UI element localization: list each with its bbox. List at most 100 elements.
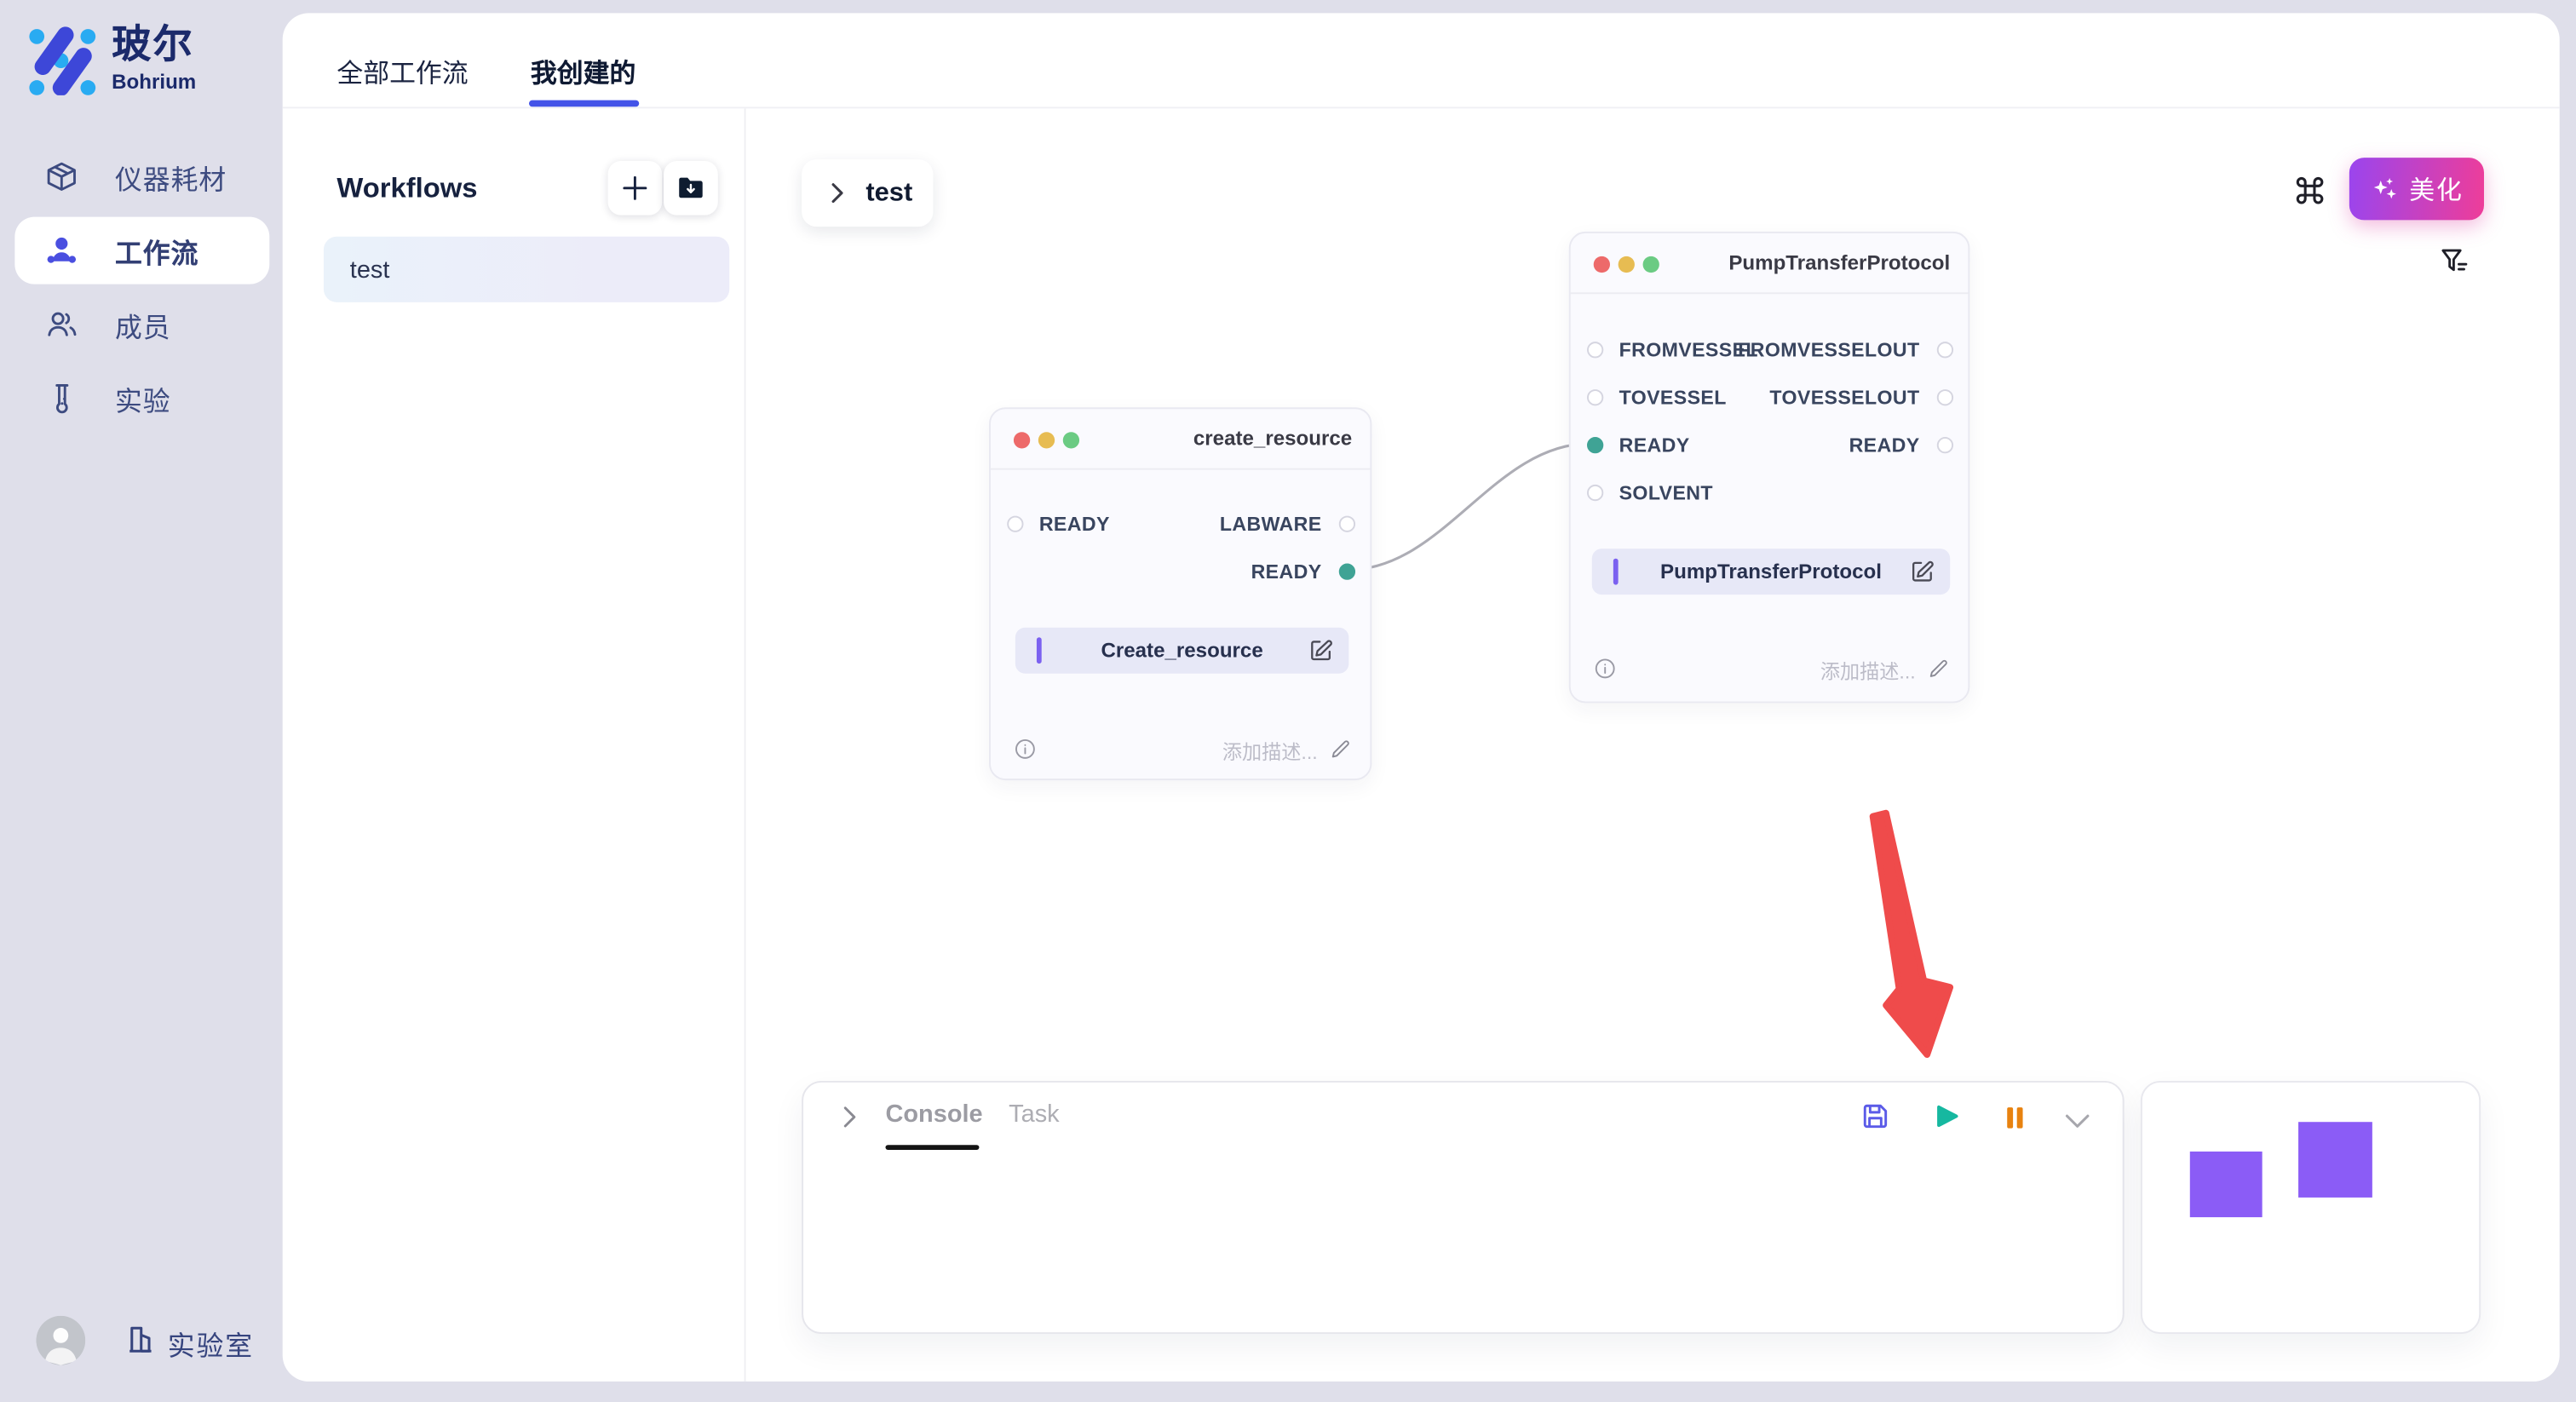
beautify-label: 美化 xyxy=(2409,171,2464,207)
port-in-solvent[interactable]: SOLVENT xyxy=(1586,476,1713,509)
pencil-icon[interactable] xyxy=(1329,738,1352,761)
node-action-button[interactable]: PumpTransferProtocol xyxy=(1592,549,1950,595)
port-circle[interactable] xyxy=(1586,342,1602,358)
pause-button[interactable] xyxy=(1999,1102,2031,1134)
traffic-dot-green[interactable] xyxy=(1063,431,1079,447)
sidebar-item-experiments[interactable]: 实验 xyxy=(0,365,283,432)
port-row: FROMVESSEL FROMVESSELOUT xyxy=(1571,333,1969,366)
filter-button[interactable] xyxy=(2438,244,2473,279)
port-in-ready[interactable]: READY xyxy=(1006,508,1110,541)
port-in-tovessel[interactable]: TOVESSEL xyxy=(1586,381,1727,414)
port-circle[interactable] xyxy=(1936,342,1952,358)
workflow-list-item-test[interactable]: test xyxy=(324,237,729,302)
sidebar-item-label: 实验 xyxy=(115,379,171,418)
traffic-dot-green[interactable] xyxy=(1643,256,1659,272)
add-workflow-button[interactable] xyxy=(608,161,663,215)
edit-icon[interactable] xyxy=(1909,559,1935,585)
port-out-tovesselout[interactable]: TOVESSELOUT xyxy=(1769,381,1952,414)
package-icon xyxy=(44,159,78,194)
lab-label[interactable]: 实验室 xyxy=(168,1323,254,1362)
port-label: READY xyxy=(1039,513,1110,536)
node-action-button[interactable]: Create_resource xyxy=(1015,628,1349,674)
traffic-dot-yellow[interactable] xyxy=(1038,431,1055,447)
port-circle[interactable] xyxy=(1586,485,1602,501)
port-out-ready[interactable]: READY xyxy=(1251,555,1355,589)
port-row: SOLVENT xyxy=(1571,476,1969,509)
port-row: TOVESSEL TOVESSELOUT xyxy=(1571,381,1969,414)
port-in-ready[interactable]: READY xyxy=(1586,428,1690,462)
console-collapse-button[interactable] xyxy=(2061,1106,2093,1137)
workflow-icon xyxy=(44,233,78,267)
port-out-labware[interactable]: LABWARE xyxy=(1220,508,1354,541)
console-collapse-left-icon[interactable] xyxy=(837,1104,863,1130)
port-circle-connected[interactable] xyxy=(1586,437,1602,453)
sidebar: 玻尔 Bohrium 仪器耗材 xyxy=(0,0,283,1402)
pause-icon xyxy=(1999,1102,2031,1134)
pencil-icon[interactable] xyxy=(1927,657,1950,680)
sidebar-nav: 仪器耗材 工作流 xyxy=(0,143,283,439)
plus-icon xyxy=(621,174,649,202)
play-icon xyxy=(1930,1100,1962,1132)
port-out-ready[interactable]: READY xyxy=(1849,428,1953,462)
node-header[interactable]: PumpTransferProtocol xyxy=(1571,233,1969,294)
breadcrumb[interactable]: test xyxy=(802,159,933,227)
run-button[interactable] xyxy=(1930,1100,1962,1132)
port-circle[interactable] xyxy=(1586,389,1602,405)
sparkles-icon xyxy=(2370,173,2401,204)
testtube-icon xyxy=(44,381,78,416)
action-accent-bar xyxy=(1037,637,1042,664)
traffic-dots xyxy=(1594,256,1659,272)
save-button[interactable] xyxy=(1860,1100,1891,1132)
sidebar-item-members[interactable]: 成员 xyxy=(0,290,283,358)
port-label: READY xyxy=(1251,560,1322,583)
traffic-dot-yellow[interactable] xyxy=(1619,256,1635,272)
port-row: READY LABWARE xyxy=(991,508,1370,541)
port-in-fromvessel[interactable]: FROMVESSEL xyxy=(1586,333,1758,366)
sidebar-item-label: 成员 xyxy=(115,305,171,344)
minimap[interactable] xyxy=(2141,1081,2481,1334)
port-circle[interactable] xyxy=(1936,437,1952,453)
action-label: PumpTransferProtocol xyxy=(1660,560,1882,583)
lab-building-icon xyxy=(124,1322,158,1357)
workflow-list-panel: Workflows test xyxy=(283,108,745,1382)
folder-download-icon xyxy=(676,172,707,204)
node-header[interactable]: create_resource xyxy=(991,409,1370,469)
port-label: SOLVENT xyxy=(1619,481,1713,504)
edit-icon[interactable] xyxy=(1308,637,1334,664)
port-row: READY xyxy=(991,555,1370,589)
active-tab-underline xyxy=(529,101,639,106)
action-accent-bar xyxy=(1613,559,1619,585)
port-circle[interactable] xyxy=(1006,516,1022,532)
chevron-right-icon[interactable] xyxy=(825,181,849,205)
import-workflow-button[interactable] xyxy=(664,161,718,215)
node-create-resource[interactable]: create_resource READY LABWARE READY xyxy=(989,407,1371,780)
tab-all-workflows[interactable]: 全部工作流 xyxy=(336,51,468,90)
brand-logo[interactable]: 玻尔 Bohrium xyxy=(26,23,196,95)
layout-command-button[interactable] xyxy=(2290,171,2329,210)
traffic-dot-red[interactable] xyxy=(1014,431,1030,447)
node-title: PumpTransferProtocol xyxy=(1728,251,1950,274)
task-tab[interactable]: Task xyxy=(1009,1100,1059,1129)
tab-created-by-me[interactable]: 我创建的 xyxy=(531,51,635,90)
brand-name-cn: 玻尔 xyxy=(112,26,196,65)
console-panel: Console Task xyxy=(802,1081,2124,1334)
node-pump-transfer-protocol[interactable]: PumpTransferProtocol FROMVESSEL FROMVESS… xyxy=(1569,232,1970,703)
main-panel: 全部工作流 我创建的 Workflows test xyxy=(283,13,2560,1381)
add-description-placeholder[interactable]: 添加描述... xyxy=(1820,657,1916,685)
port-out-fromvesselout[interactable]: FROMVESSELOUT xyxy=(1738,333,1952,366)
sidebar-item-instruments[interactable]: 仪器耗材 xyxy=(0,143,283,210)
port-circle[interactable] xyxy=(1338,516,1354,532)
filter-icon xyxy=(2438,244,2473,279)
info-icon[interactable] xyxy=(1594,657,1617,680)
port-circle-connected[interactable] xyxy=(1338,563,1354,579)
traffic-dot-red[interactable] xyxy=(1594,256,1610,272)
add-description-placeholder[interactable]: 添加描述... xyxy=(1222,738,1318,766)
workflow-canvas[interactable]: test 美化 xyxy=(746,108,2560,1382)
console-tab[interactable]: Console xyxy=(885,1100,982,1129)
sidebar-item-workflow[interactable]: 工作流 xyxy=(14,217,269,284)
info-icon[interactable] xyxy=(1014,738,1037,761)
bohrium-logo-icon xyxy=(26,23,99,95)
beautify-button[interactable]: 美化 xyxy=(2349,158,2484,220)
port-circle[interactable] xyxy=(1936,389,1952,405)
avatar[interactable] xyxy=(36,1315,85,1365)
